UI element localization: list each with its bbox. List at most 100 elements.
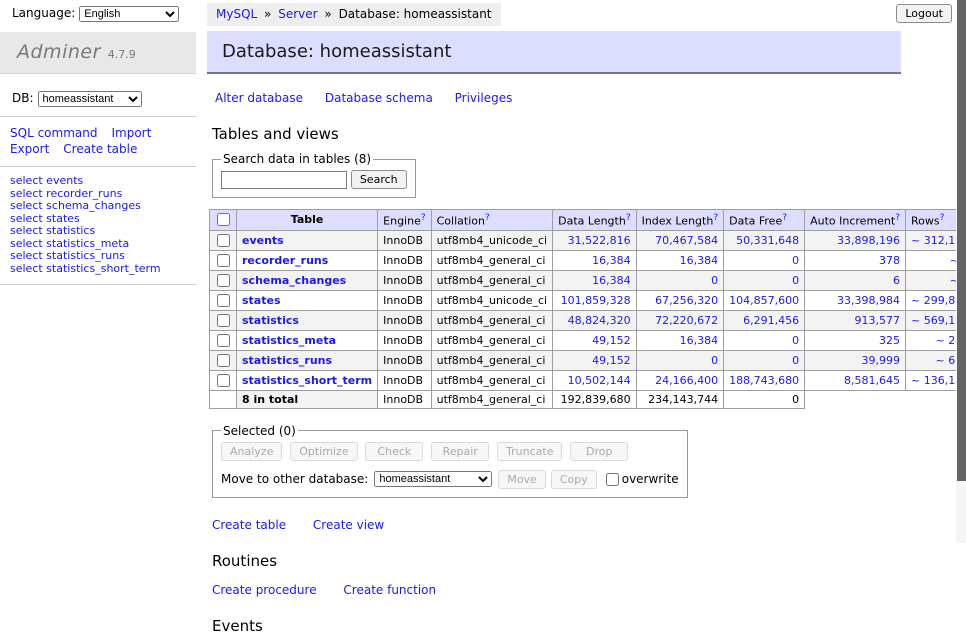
privileges-link[interactable]: Privileges bbox=[455, 91, 513, 105]
auto-increment-link[interactable]: 8,581,645 bbox=[810, 374, 900, 387]
index-length-link[interactable]: 24,166,400 bbox=[642, 374, 719, 387]
collation-cell: utf8mb4_general_ci bbox=[431, 350, 552, 370]
data-length-link[interactable]: 48,824,320 bbox=[558, 314, 630, 327]
breadcrumb-server-link[interactable]: Server bbox=[278, 7, 317, 21]
repair-button[interactable]: Repair bbox=[431, 442, 489, 461]
db-select[interactable]: homeassistant bbox=[38, 91, 142, 107]
logout-button[interactable]: Logout bbox=[896, 4, 952, 23]
data-length-link[interactable]: 31,522,816 bbox=[558, 234, 630, 247]
create-view-link[interactable]: Create view bbox=[313, 518, 384, 532]
move-database-select[interactable]: homeassistant bbox=[374, 471, 492, 487]
select-all-checkbox[interactable] bbox=[217, 213, 230, 226]
auto-increment-link[interactable]: 33,398,984 bbox=[810, 294, 900, 307]
overwrite-checkbox[interactable] bbox=[606, 473, 619, 486]
auto-increment-link[interactable]: 913,577 bbox=[810, 314, 900, 327]
table-link-statistics-short-term[interactable]: statistics_short_term bbox=[242, 374, 372, 387]
collation-help-link[interactable]: ? bbox=[485, 213, 490, 223]
data-free-link[interactable]: 188,743,680 bbox=[729, 374, 799, 387]
auto-increment-link[interactable]: 39,999 bbox=[810, 354, 900, 367]
sidebar-item-select-schema-changes[interactable]: select schema_changes bbox=[10, 200, 196, 213]
table-link-recorder-runs[interactable]: recorder_runs bbox=[242, 254, 328, 267]
drop-button[interactable]: Drop bbox=[570, 442, 628, 461]
index-length-link[interactable]: 0 bbox=[642, 274, 719, 287]
data-free-link[interactable]: 0 bbox=[729, 254, 799, 267]
table-link-statistics-meta[interactable]: statistics_meta bbox=[242, 334, 336, 347]
analyze-button[interactable]: Analyze bbox=[221, 442, 282, 461]
table-total-row: 8 in total InnoDB utf8mb4_general_ci 192… bbox=[210, 390, 966, 408]
data-free-link[interactable]: 0 bbox=[729, 334, 799, 347]
move-button[interactable]: Move bbox=[498, 470, 546, 489]
table-link-statistics-runs[interactable]: statistics_runs bbox=[242, 354, 332, 367]
app-name[interactable]: Adminer bbox=[17, 41, 101, 63]
data-free-link[interactable]: 6,291,456 bbox=[729, 314, 799, 327]
overwrite-option: overwrite bbox=[602, 470, 679, 489]
search-input[interactable] bbox=[221, 171, 347, 189]
language-select[interactable]: English bbox=[79, 6, 179, 22]
row-checkbox-statistics-meta[interactable] bbox=[217, 334, 230, 347]
row-checkbox-schema-changes[interactable] bbox=[217, 274, 230, 287]
table-link-statistics[interactable]: statistics bbox=[242, 314, 299, 327]
index-length-help-link[interactable]: ? bbox=[713, 213, 718, 223]
row-checkbox-statistics-short-term[interactable] bbox=[217, 374, 230, 387]
create-table-link[interactable]: Create table bbox=[212, 518, 286, 532]
create-function-link[interactable]: Create function bbox=[343, 583, 436, 597]
auto-increment-help-link[interactable]: ? bbox=[895, 213, 900, 223]
sidebar-item-select-statistics-short-term[interactable]: select statistics_short_term bbox=[10, 263, 196, 276]
scrollbar-thumb[interactable] bbox=[957, 0, 966, 481]
rows-help-link[interactable]: ? bbox=[940, 213, 945, 223]
auto-increment-link[interactable]: 325 bbox=[810, 334, 900, 347]
data-length-link[interactable]: 10,502,144 bbox=[558, 374, 630, 387]
auto-increment-link[interactable]: 6 bbox=[810, 274, 900, 287]
collation-cell: utf8mb4_unicode_ci bbox=[431, 230, 552, 250]
index-length-link[interactable]: 0 bbox=[642, 354, 719, 367]
alter-database-link[interactable]: Alter database bbox=[215, 91, 303, 105]
optimize-button[interactable]: Optimize bbox=[290, 442, 357, 461]
row-checkbox-recorder-runs[interactable] bbox=[217, 254, 230, 267]
table-link-events[interactable]: events bbox=[242, 234, 284, 247]
data-free-link[interactable]: 104,857,600 bbox=[729, 294, 799, 307]
truncate-button[interactable]: Truncate bbox=[497, 442, 562, 461]
auto-increment-link[interactable]: 378 bbox=[810, 254, 900, 267]
table-link-states[interactable]: states bbox=[242, 294, 281, 307]
engine-help-link[interactable]: ? bbox=[421, 213, 426, 223]
search-button[interactable]: Search bbox=[351, 170, 407, 189]
row-checkbox-statistics[interactable] bbox=[217, 314, 230, 327]
data-length-link[interactable]: 16,384 bbox=[558, 254, 630, 267]
row-checkbox-events[interactable] bbox=[217, 234, 230, 247]
app-version: 4.7.9 bbox=[108, 48, 136, 61]
table-row: recorder_runs InnoDB utf8mb4_general_ci … bbox=[210, 250, 966, 270]
create-table-link-sidebar[interactable]: Create table bbox=[63, 142, 137, 156]
index-length-link[interactable]: 16,384 bbox=[642, 334, 719, 347]
row-checkbox-states[interactable] bbox=[217, 294, 230, 307]
data-free-link[interactable]: 0 bbox=[729, 274, 799, 287]
data-length-link[interactable]: 16,384 bbox=[558, 274, 630, 287]
sidebar-item-select-statistics[interactable]: select statistics bbox=[10, 225, 196, 238]
data-length-help-link[interactable]: ? bbox=[626, 213, 631, 223]
import-link[interactable]: Import bbox=[111, 126, 151, 140]
data-length-link[interactable]: 49,152 bbox=[558, 334, 630, 347]
collation-cell: utf8mb4_general_ci bbox=[431, 250, 552, 270]
index-length-link[interactable]: 72,220,672 bbox=[642, 314, 719, 327]
sidebar-item-select-events[interactable]: select events bbox=[10, 175, 196, 188]
create-procedure-link[interactable]: Create procedure bbox=[212, 583, 317, 597]
data-free-link[interactable]: 0 bbox=[729, 354, 799, 367]
auto-increment-link[interactable]: 33,898,196 bbox=[810, 234, 900, 247]
check-button[interactable]: Check bbox=[365, 442, 423, 461]
index-length-link[interactable]: 70,467,584 bbox=[642, 234, 719, 247]
copy-button[interactable]: Copy bbox=[551, 470, 597, 489]
row-checkbox-statistics-runs[interactable] bbox=[217, 354, 230, 367]
table-row: schema_changes InnoDB utf8mb4_general_ci… bbox=[210, 270, 966, 290]
index-length-link[interactable]: 16,384 bbox=[642, 254, 719, 267]
data-free-help-link[interactable]: ? bbox=[782, 213, 787, 223]
database-schema-link[interactable]: Database schema bbox=[325, 91, 433, 105]
export-link[interactable]: Export bbox=[10, 142, 49, 156]
data-length-link[interactable]: 101,859,328 bbox=[558, 294, 630, 307]
database-nav-links: Alter database Database schema Privilege… bbox=[207, 74, 901, 105]
table-link-schema-changes[interactable]: schema_changes bbox=[242, 274, 346, 287]
sidebar-item-select-statistics-runs[interactable]: select statistics_runs bbox=[10, 250, 196, 263]
breadcrumb-mysql-link[interactable]: MySQL bbox=[216, 7, 257, 21]
data-length-link[interactable]: 49,152 bbox=[558, 354, 630, 367]
index-length-link[interactable]: 67,256,320 bbox=[642, 294, 719, 307]
data-free-link[interactable]: 50,331,648 bbox=[729, 234, 799, 247]
sql-command-link[interactable]: SQL command bbox=[10, 126, 97, 140]
